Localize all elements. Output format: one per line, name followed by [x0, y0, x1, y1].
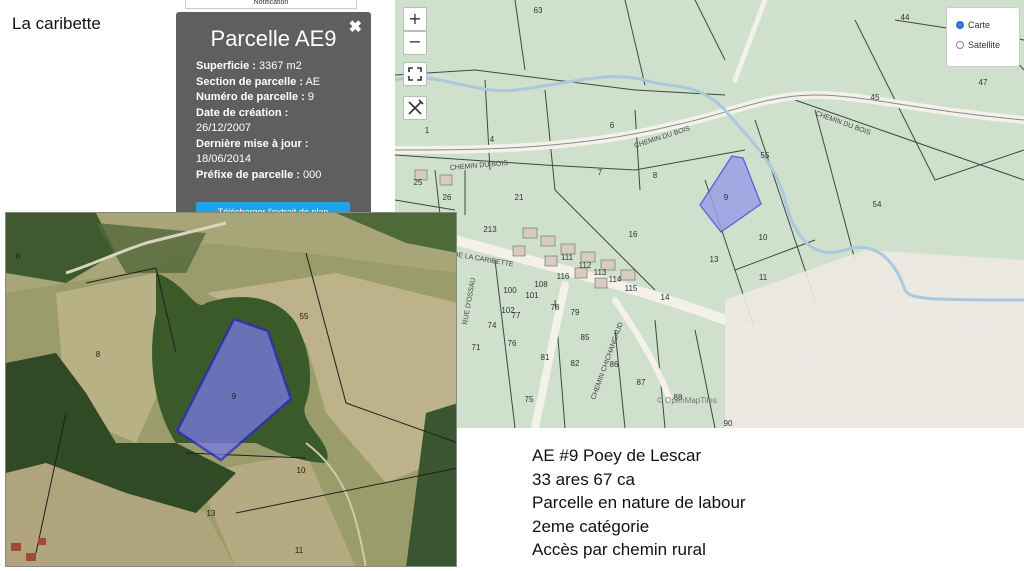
note-line-1: AE #9 Poey de Lescar	[532, 446, 702, 465]
svg-text:90: 90	[724, 419, 733, 428]
svg-text:1: 1	[425, 126, 430, 135]
satellite-map[interactable]: 6 8 55 9 10 13 11	[5, 212, 457, 567]
svg-text:76: 76	[508, 339, 517, 348]
svg-text:213: 213	[483, 225, 497, 234]
slide-title: La caribette	[12, 14, 101, 33]
svg-text:47: 47	[979, 78, 988, 87]
svg-text:54: 54	[873, 200, 882, 209]
field-section: Section de parcelle : AE	[196, 75, 321, 88]
satellite-canvas: 6 8 55 9 10 13 11	[6, 213, 456, 566]
svg-text:21: 21	[515, 193, 524, 202]
map-attribution[interactable]: © OpenMapTiles	[657, 396, 717, 405]
note-line-5: Accès par chemin rural	[532, 540, 706, 559]
svg-text:101: 101	[525, 291, 539, 300]
street-map[interactable]: 63 44 47 45 1 4 6 55 8 7 25 26 21 9 54 213 16 10 13 1…	[395, 0, 1024, 428]
svg-text:10: 10	[297, 466, 306, 475]
svg-text:55: 55	[300, 312, 309, 321]
svg-text:6: 6	[610, 121, 615, 130]
svg-text:11: 11	[759, 273, 768, 282]
field-date-creation-value: 26/12/2007	[196, 122, 252, 134]
layer-option-carte[interactable]: Carte	[956, 20, 990, 30]
parcel-fields: Superficie : 3367 m2 Section de parcelle…	[196, 59, 366, 183]
zoom-out-button[interactable]: −	[403, 31, 427, 55]
svg-text:102: 102	[501, 306, 515, 315]
svg-text:14: 14	[661, 293, 670, 302]
popup-title: Parcelle AE9	[210, 26, 337, 51]
ruler-pencil-icon[interactable]	[403, 96, 427, 120]
field-mise-a-jour-value: 18/06/2014	[196, 153, 252, 165]
svg-text:4: 4	[490, 135, 495, 144]
svg-text:44: 44	[901, 13, 910, 22]
zoom-in-button[interactable]: +	[403, 7, 427, 31]
fullscreen-icon[interactable]	[403, 62, 427, 86]
svg-text:63: 63	[534, 6, 543, 15]
svg-text:7: 7	[598, 168, 603, 177]
field-mise-a-jour-label: Dernière mise à jour :	[196, 137, 309, 150]
svg-text:100: 100	[503, 286, 517, 295]
svg-text:112: 112	[579, 261, 592, 270]
layer-option-satellite[interactable]: Satellite	[956, 40, 1000, 50]
field-prefixe: Préfixe de parcelle : 000	[196, 168, 322, 181]
svg-text:115: 115	[625, 284, 638, 293]
close-icon[interactable]: ✖	[349, 17, 362, 37]
svg-text:10: 10	[759, 233, 768, 242]
layer-switcher: Carte Satellite	[946, 7, 1020, 67]
svg-text:9: 9	[724, 193, 729, 202]
notification-fragment: Notification	[185, 0, 357, 9]
svg-text:9: 9	[232, 392, 237, 401]
svg-text:26: 26	[443, 193, 452, 202]
svg-text:111: 111	[561, 253, 574, 262]
field-numero: Numéro de parcelle : 9	[196, 91, 315, 103]
note-line-4: 2eme catégorie	[532, 516, 650, 536]
svg-text:45: 45	[871, 93, 880, 102]
svg-text:85: 85	[581, 333, 590, 342]
svg-text:25: 25	[414, 178, 423, 187]
field-superficie: Superficie : 3367 m2	[196, 60, 302, 72]
svg-text:81: 81	[541, 353, 550, 362]
svg-text:13: 13	[710, 255, 719, 264]
svg-text:75: 75	[525, 395, 534, 404]
svg-text:87: 87	[637, 378, 646, 387]
parcel-info-popup: Parcelle AE9 ✖ Superficie : 3367 m2 Sect…	[176, 12, 371, 217]
svg-text:6: 6	[16, 252, 21, 261]
svg-text:71: 71	[472, 343, 481, 352]
note-line-2: 33 ares 67 ca	[532, 469, 636, 489]
radio-carte[interactable]	[956, 21, 964, 29]
svg-text:79: 79	[571, 308, 580, 317]
svg-text:16: 16	[629, 230, 638, 239]
field-date-creation-label: Date de création :	[196, 106, 289, 119]
svg-text:82: 82	[571, 359, 580, 368]
svg-text:78: 78	[551, 303, 560, 312]
street-map-canvas: 634447 4514 6558 72526 21 954 21316 10 131…	[395, 0, 1024, 428]
radio-satellite[interactable]	[956, 41, 964, 49]
svg-text:114: 114	[609, 275, 622, 284]
svg-text:55: 55	[761, 151, 770, 160]
parcel-notes: AE #9 Poey de Lescar 33 ares 67 ca Parce…	[532, 444, 746, 562]
svg-text:13: 13	[207, 509, 216, 518]
svg-text:113: 113	[594, 268, 607, 277]
svg-text:8: 8	[653, 171, 658, 180]
svg-text:8: 8	[96, 350, 101, 359]
svg-text:116: 116	[557, 272, 570, 281]
svg-text:108: 108	[534, 280, 548, 289]
svg-text:11: 11	[295, 546, 304, 555]
svg-text:74: 74	[488, 321, 497, 330]
note-line-3: Parcelle en nature de labour	[532, 493, 746, 512]
